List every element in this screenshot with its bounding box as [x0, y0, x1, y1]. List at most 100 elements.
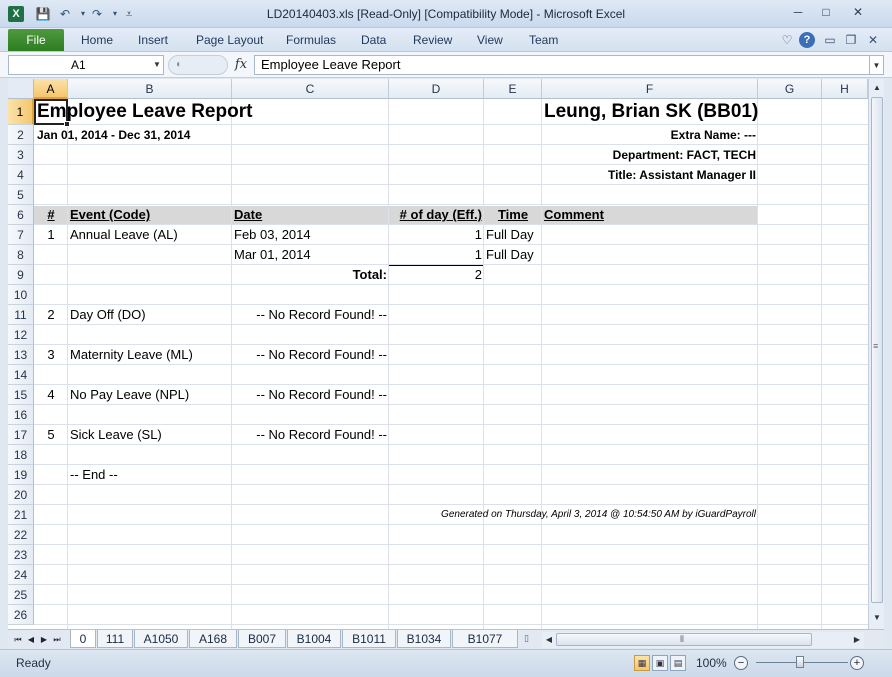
formula-resize-handle[interactable]: ◖ — [168, 55, 228, 75]
last-sheet-icon[interactable]: ⏭ — [51, 632, 63, 648]
event-name[interactable]: Annual Leave (AL) — [68, 225, 180, 245]
horizontal-scroll-thumb[interactable] — [556, 633, 812, 646]
row-header-9[interactable]: 9 — [8, 265, 34, 285]
page-layout-view-icon[interactable]: ▣ — [652, 655, 668, 671]
spreadsheet-grid[interactable]: A B C D E F G H 1 2 3 4 5 6 7 8 9 10 11 … — [8, 79, 868, 629]
row-header-21[interactable]: 21 — [8, 505, 34, 525]
row-header-6[interactable]: 6 — [8, 205, 34, 225]
tab-team[interactable]: Team — [529, 28, 558, 52]
sheet-tab-b1004[interactable]: B1004 — [287, 630, 341, 648]
tab-view[interactable]: View — [477, 28, 503, 52]
sheet-tab-0[interactable]: 0 — [70, 630, 96, 648]
close-button[interactable]: ✕ — [844, 3, 872, 21]
leave-days[interactable]: 1 — [389, 245, 484, 265]
column-header-d[interactable]: D — [389, 79, 484, 99]
scroll-up-icon[interactable]: ▲ — [870, 81, 884, 95]
fill-handle[interactable] — [64, 121, 70, 127]
extra-name[interactable]: Extra Name: --- — [542, 125, 758, 145]
sheet-tab-a168[interactable]: A168 — [189, 630, 237, 648]
sheet-tab-b007[interactable]: B007 — [238, 630, 286, 648]
sheet-tab-b1034[interactable]: B1034 — [397, 630, 451, 648]
select-all-corner[interactable] — [8, 79, 34, 99]
row-header-10[interactable]: 10 — [8, 285, 34, 305]
row-header-20[interactable]: 20 — [8, 485, 34, 505]
page-break-view-icon[interactable]: ▤ — [670, 655, 686, 671]
header-event[interactable]: Event (Code) — [68, 205, 152, 225]
header-comment[interactable]: Comment — [542, 205, 606, 225]
maximize-button[interactable]: □ — [812, 3, 840, 21]
event-num[interactable]: 3 — [34, 345, 68, 365]
row-header-22[interactable]: 22 — [8, 525, 34, 545]
scroll-right-icon[interactable]: ▶ — [850, 633, 864, 647]
tab-page-layout[interactable]: Page Layout — [196, 28, 263, 52]
no-record-note[interactable]: -- No Record Found! -- — [232, 425, 389, 445]
tab-home[interactable]: Home — [81, 28, 113, 52]
zoom-slider-thumb[interactable] — [796, 656, 804, 668]
row-header-16[interactable]: 16 — [8, 405, 34, 425]
scroll-down-icon[interactable]: ▼ — [870, 611, 884, 625]
next-sheet-icon[interactable]: ▶ — [38, 632, 50, 648]
event-name[interactable]: No Pay Leave (NPL) — [68, 385, 191, 405]
tab-file[interactable]: File — [8, 29, 64, 51]
zoom-level[interactable]: 100% — [696, 650, 727, 676]
row-header-14[interactable]: 14 — [8, 365, 34, 385]
tab-split-icon[interactable]: ▯ — [524, 633, 529, 644]
close-workbook-icon[interactable]: ✕ — [865, 32, 881, 48]
horizontal-scrollbar[interactable]: ◀ ⦀ ▶ — [542, 632, 864, 648]
sheet-tab-111[interactable]: 111 — [97, 630, 133, 648]
ribbon-minimize-icon[interactable]: ▭ — [822, 32, 838, 48]
event-name[interactable]: Day Off (DO) — [68, 305, 148, 325]
employee-name[interactable]: Leung, Brian SK (BB01) — [542, 99, 758, 125]
generated-note[interactable]: Generated on Thursday, April 3, 2014 @ 1… — [389, 505, 758, 525]
event-num[interactable]: 1 — [34, 225, 68, 245]
row-header-26[interactable]: 26 — [8, 605, 34, 625]
row-header-24[interactable]: 24 — [8, 565, 34, 585]
event-name[interactable]: Maternity Leave (ML) — [68, 345, 195, 365]
column-header-f[interactable]: F — [542, 79, 758, 99]
no-record-note[interactable]: -- No Record Found! -- — [232, 345, 389, 365]
scroll-left-icon[interactable]: ◀ — [542, 633, 556, 647]
leave-date[interactable]: Feb 03, 2014 — [232, 225, 313, 245]
sheet-tab-b1011[interactable]: B1011 — [342, 630, 396, 648]
column-header-c[interactable]: C — [232, 79, 389, 99]
first-sheet-icon[interactable]: ⏮ — [12, 632, 24, 648]
expand-formula-bar-icon[interactable]: ▼ — [870, 55, 884, 75]
row-header-13[interactable]: 13 — [8, 345, 34, 365]
insert-function-icon[interactable]: fx — [232, 55, 250, 75]
row-header-19[interactable]: 19 — [8, 465, 34, 485]
header-num[interactable]: # — [34, 205, 68, 225]
row-header-5[interactable]: 5 — [8, 185, 34, 205]
leave-time[interactable]: Full Day — [484, 245, 536, 265]
tab-insert[interactable]: Insert — [138, 28, 168, 52]
sheet-tab-a1050[interactable]: A1050 — [134, 630, 188, 648]
no-record-note[interactable]: -- No Record Found! -- — [232, 305, 389, 325]
event-name[interactable]: Sick Leave (SL) — [68, 425, 164, 445]
column-header-g[interactable]: G — [758, 79, 822, 99]
leave-time[interactable]: Full Day — [484, 225, 536, 245]
event-num[interactable]: 5 — [34, 425, 68, 445]
total-label[interactable]: Total: — [232, 265, 389, 285]
tab-review[interactable]: Review — [413, 28, 452, 52]
help-icon[interactable]: ? — [799, 32, 815, 48]
row-header-3[interactable]: 3 — [8, 145, 34, 165]
row-header-25[interactable]: 25 — [8, 585, 34, 605]
tab-data[interactable]: Data — [361, 28, 386, 52]
job-title[interactable]: Title: Assistant Manager II — [542, 165, 758, 185]
leave-days[interactable]: 1 — [389, 225, 484, 245]
row-header-17[interactable]: 17 — [8, 425, 34, 445]
report-period[interactable]: Jan 01, 2014 - Dec 31, 2014 — [35, 125, 192, 145]
column-header-a[interactable]: A — [34, 79, 68, 99]
row-header-23[interactable]: 23 — [8, 545, 34, 565]
report-end[interactable]: -- End -- — [68, 465, 120, 485]
row-header-2[interactable]: 2 — [8, 125, 34, 145]
row-header-11[interactable]: 11 — [8, 305, 34, 325]
no-record-note[interactable]: -- No Record Found! -- — [232, 385, 389, 405]
leave-date[interactable]: Mar 01, 2014 — [232, 245, 313, 265]
header-time[interactable]: Time — [484, 205, 542, 225]
normal-view-icon[interactable]: ▦ — [634, 655, 650, 671]
zoom-in-button[interactable]: + — [850, 656, 864, 670]
minimize-button[interactable]: ─ — [784, 3, 812, 21]
event-num[interactable]: 4 — [34, 385, 68, 405]
vertical-scrollbar[interactable]: ▲ ≡ ▼ — [868, 79, 884, 629]
heart-icon[interactable]: ♡ — [779, 32, 795, 48]
